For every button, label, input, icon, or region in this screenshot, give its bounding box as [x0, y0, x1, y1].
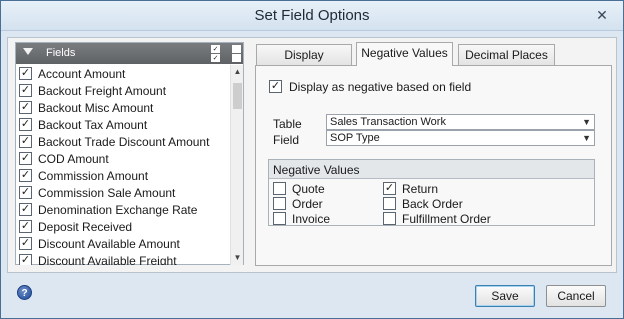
tab-display[interactable]: Display: [256, 44, 352, 65]
field-label: Discount Available Freight: [38, 254, 177, 265]
table-select[interactable]: Sales Transaction Work ▼: [326, 114, 595, 130]
order-checkbox[interactable]: [273, 197, 286, 210]
table-select-value: Sales Transaction Work: [330, 116, 446, 128]
quote-checkbox[interactable]: [273, 182, 286, 195]
scroll-down-icon[interactable]: ▼: [231, 251, 244, 265]
list-item[interactable]: ✓ Deposit Received: [16, 218, 229, 235]
close-icon[interactable]: ✕: [592, 6, 612, 24]
list-item[interactable]: ✓ Discount Available Freight: [16, 252, 229, 265]
fields-list: ✓ Account Amount ✓ Backout Freight Amount ✓ B…: [16, 65, 229, 265]
fields-header-label: Fields: [46, 47, 76, 59]
title-bar: Set Field Options ✕: [1, 1, 623, 31]
return-checkbox[interactable]: ✓: [383, 182, 396, 195]
field-label: Backout Tax Amount: [38, 118, 148, 132]
field-label: Commission Sale Amount: [38, 186, 176, 200]
field-checkbox[interactable]: ✓: [19, 186, 32, 199]
check-all-icon[interactable]: ✓ ✓: [211, 45, 220, 63]
window-title: Set Field Options: [254, 7, 370, 24]
field-label: Discount Available Amount: [38, 237, 180, 251]
table-label: Table: [273, 117, 302, 131]
field-label: Backout Freight Amount: [38, 84, 167, 98]
display-negative-label: Display as negative based on field: [289, 80, 472, 94]
fields-list-panel: Fields ✓ ✓ ✓ Account Amount ✓ Backout Freig…: [15, 42, 244, 265]
list-item[interactable]: ✓ COD Amount: [16, 150, 229, 167]
list-item[interactable]: ✓ Backout Trade Discount Amount: [16, 133, 229, 150]
save-button[interactable]: Save: [475, 285, 535, 307]
tab-decimal-places[interactable]: Decimal Places: [458, 44, 555, 65]
field-label: COD Amount: [38, 152, 109, 166]
back-order-checkbox[interactable]: [383, 197, 396, 210]
list-item[interactable]: ✓ Account Amount: [16, 65, 229, 82]
field-label: Field: [273, 133, 300, 147]
field-checkbox[interactable]: ✓: [19, 220, 32, 233]
dialog-content: Fields ✓ ✓ ✓ Account Amount ✓ Backout Freig…: [7, 37, 617, 273]
field-checkbox[interactable]: ✓: [19, 118, 32, 131]
field-label: Denomination Exchange Rate: [38, 203, 198, 217]
invoice-label: Invoice: [292, 212, 331, 226]
fields-list-header: Fields ✓ ✓: [16, 43, 243, 64]
list-item[interactable]: ✓ Backout Misc Amount: [16, 99, 229, 116]
field-select[interactable]: SOP Type ▼: [326, 130, 595, 146]
chevron-down-icon: ▼: [582, 117, 591, 127]
field-checkbox[interactable]: ✓: [19, 135, 32, 148]
list-item[interactable]: ✓ Backout Tax Amount: [16, 116, 229, 133]
uncheck-all-box-2: [232, 54, 241, 62]
back-order-label: Back Order: [402, 197, 463, 211]
list-item[interactable]: ✓ Commission Amount: [16, 167, 229, 184]
negative-values-panel: ✓ Display as negative based on field Tab…: [255, 65, 612, 266]
field-checkbox[interactable]: ✓: [19, 169, 32, 182]
field-label: Commission Amount: [38, 169, 149, 183]
collapse-triangle-icon[interactable]: [23, 48, 33, 55]
field-checkbox[interactable]: ✓: [19, 152, 32, 165]
fulfillment-order-label: Fulfillment Order: [402, 212, 491, 226]
list-item[interactable]: ✓ Denomination Exchange Rate: [16, 201, 229, 218]
field-checkbox[interactable]: ✓: [19, 84, 32, 97]
list-item[interactable]: ✓ Commission Sale Amount: [16, 184, 229, 201]
invoice-checkbox[interactable]: [273, 212, 286, 225]
field-checkbox[interactable]: ✓: [19, 237, 32, 250]
field-label: Backout Misc Amount: [38, 101, 154, 115]
return-label: Return: [402, 182, 439, 196]
scroll-thumb[interactable]: [233, 83, 242, 109]
field-checkbox[interactable]: ✓: [19, 101, 32, 114]
field-label: Backout Trade Discount Amount: [38, 135, 210, 149]
field-checkbox[interactable]: ✓: [19, 254, 32, 265]
scroll-up-icon[interactable]: ▲: [231, 65, 244, 79]
order-label: Order: [292, 197, 323, 211]
uncheck-all-box-1: [232, 45, 241, 53]
list-item[interactable]: ✓ Backout Freight Amount: [16, 82, 229, 99]
field-select-value: SOP Type: [330, 132, 380, 144]
negative-values-title: Negative Values: [273, 163, 360, 177]
field-checkbox[interactable]: ✓: [19, 203, 32, 216]
check-all-mark-1: ✓: [211, 45, 220, 53]
chevron-down-icon: ▼: [582, 133, 591, 143]
display-negative-checkbox[interactable]: ✓: [269, 80, 282, 93]
set-field-options-window: Set Field Options ✕ Fields ✓ ✓ ✓ Account …: [0, 0, 624, 319]
list-item[interactable]: ✓ Discount Available Amount: [16, 235, 229, 252]
quote-label: Quote: [292, 182, 325, 196]
fields-scrollbar[interactable]: ▲ ▼: [230, 65, 243, 265]
check-all-mark-2: ✓: [211, 54, 220, 62]
cancel-button[interactable]: Cancel: [546, 285, 606, 307]
field-label: Account Amount: [38, 67, 126, 81]
negative-values-header: Negative Values: [269, 160, 594, 179]
tab-negative-values[interactable]: Negative Values: [356, 42, 453, 66]
uncheck-all-icon[interactable]: [232, 45, 241, 63]
fulfillment-order-checkbox[interactable]: [383, 212, 396, 225]
field-label: Deposit Received: [38, 220, 133, 234]
field-checkbox[interactable]: ✓: [19, 67, 32, 80]
help-icon[interactable]: ?: [17, 285, 32, 300]
negative-values-group: Negative Values Quote Order Invoice ✓ Re…: [268, 159, 595, 226]
